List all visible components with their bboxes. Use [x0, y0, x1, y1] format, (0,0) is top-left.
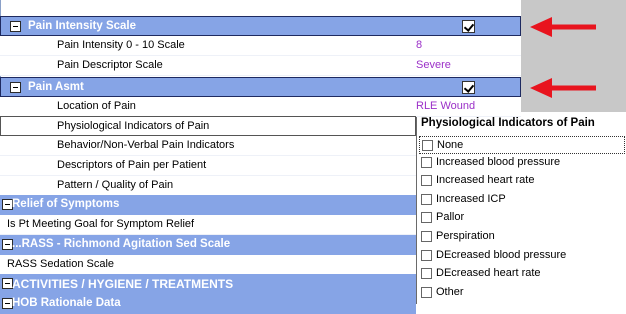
section-title: Relief of Symptoms — [12, 198, 120, 210]
section-pain-asmt[interactable]: Pain Asmt — [0, 77, 521, 97]
row-rass-sedation[interactable]: RASS Sedation Scale — [0, 255, 416, 275]
row-pain-intensity-0-10[interactable]: Pain Intensity 0 - 10 Scale 8 — [0, 36, 521, 56]
option-label: Increased heart rate — [436, 174, 535, 186]
section-checkbox[interactable] — [462, 20, 475, 33]
option-label: Pallor — [436, 211, 465, 223]
option-checkbox[interactable] — [422, 140, 433, 151]
popup-title: Physiological Indicators of Pain — [421, 117, 595, 129]
option-checkbox[interactable] — [421, 250, 432, 261]
section-pain-intensity[interactable]: Pain Intensity Scale — [0, 16, 521, 36]
option-item[interactable]: None — [419, 136, 625, 154]
row-label: Descriptors of Pain per Patient — [57, 159, 207, 171]
option-checkbox[interactable] — [421, 268, 432, 279]
section-title: Pain Intensity Scale — [28, 20, 137, 32]
row-label: Pattern / Quality of Pain — [57, 179, 174, 191]
row-value[interactable]: RLE Wound — [416, 100, 475, 112]
option-item[interactable]: DEcreased heart rate — [419, 265, 625, 283]
row-label: Behavior/Non-Verbal Pain Indicators — [57, 139, 235, 151]
option-checkbox[interactable] — [421, 212, 432, 223]
option-label: None — [437, 139, 464, 151]
option-label: Increased blood pressure — [436, 156, 561, 168]
row-physiological-indicators[interactable]: Physiological Indicators of Pain — [0, 116, 416, 136]
option-checkbox[interactable] — [421, 231, 432, 242]
option-checkbox[interactable] — [421, 194, 432, 205]
collapse-icon[interactable] — [10, 21, 21, 32]
row-label: Pain Intensity 0 - 10 Scale — [57, 39, 185, 51]
red-arrow-icon — [530, 78, 596, 98]
section-activities[interactable]: ACTIVITIES / HYGIENE / TREATMENTS — [0, 274, 416, 294]
section-title: ACTIVITIES / HYGIENE / TREATMENTS — [12, 277, 234, 291]
row-label: Physiological Indicators of Pain — [57, 120, 210, 132]
section-title: HOB Rationale Data — [12, 297, 121, 309]
physiological-indicators-popup: Physiological Indicators of Pain None In… — [416, 117, 626, 304]
row-label: Pain Descriptor Scale — [57, 59, 163, 71]
row-goal[interactable]: Is Pt Meeting Goal for Symptom Relief — [0, 215, 416, 235]
row-location-of-pain[interactable]: Location of Pain RLE Wound — [0, 97, 521, 117]
option-item[interactable]: Pallor — [419, 209, 625, 227]
option-item[interactable]: DEcreased blood pressure — [419, 247, 625, 265]
row-behavior[interactable]: Behavior/Non-Verbal Pain Indicators — [0, 136, 416, 156]
row-label: Location of Pain — [57, 100, 136, 112]
option-checkbox[interactable] — [421, 287, 432, 298]
section-title: ...RASS - Richmond Agitation Sed Scale — [12, 238, 231, 250]
option-item[interactable]: Increased heart rate — [419, 172, 625, 190]
option-label: Perspiration — [436, 230, 495, 242]
option-label: DEcreased heart rate — [436, 267, 541, 279]
row-value[interactable]: 8 — [416, 39, 422, 51]
section-relief[interactable]: Relief of Symptoms — [0, 195, 416, 215]
option-item[interactable]: Increased ICP — [419, 191, 625, 209]
option-label: Increased ICP — [436, 193, 506, 205]
section-rass[interactable]: ...RASS - Richmond Agitation Sed Scale — [0, 235, 416, 255]
section-checkbox[interactable] — [462, 81, 475, 94]
row-descriptors[interactable]: Descriptors of Pain per Patient — [0, 156, 416, 176]
section-title: Pain Asmt — [28, 81, 84, 93]
option-item[interactable]: Other — [419, 284, 625, 302]
option-label: Other — [436, 286, 464, 298]
row-label: Is Pt Meeting Goal for Symptom Relief — [7, 218, 195, 230]
section-hob[interactable]: HOB Rationale Data — [0, 294, 416, 314]
row-value[interactable]: Severe — [416, 59, 451, 71]
option-label: DEcreased blood pressure — [436, 249, 567, 261]
option-item[interactable]: Increased blood pressure — [419, 154, 625, 172]
option-checkbox[interactable] — [421, 157, 432, 168]
option-checkbox[interactable] — [421, 175, 432, 186]
red-arrow-icon — [530, 17, 596, 37]
row-pain-descriptor[interactable]: Pain Descriptor Scale Severe — [0, 56, 521, 76]
option-item[interactable]: Perspiration — [419, 228, 625, 246]
collapse-icon[interactable] — [10, 82, 21, 93]
row-pattern[interactable]: Pattern / Quality of Pain — [0, 176, 416, 196]
row-label: RASS Sedation Scale — [7, 258, 115, 270]
